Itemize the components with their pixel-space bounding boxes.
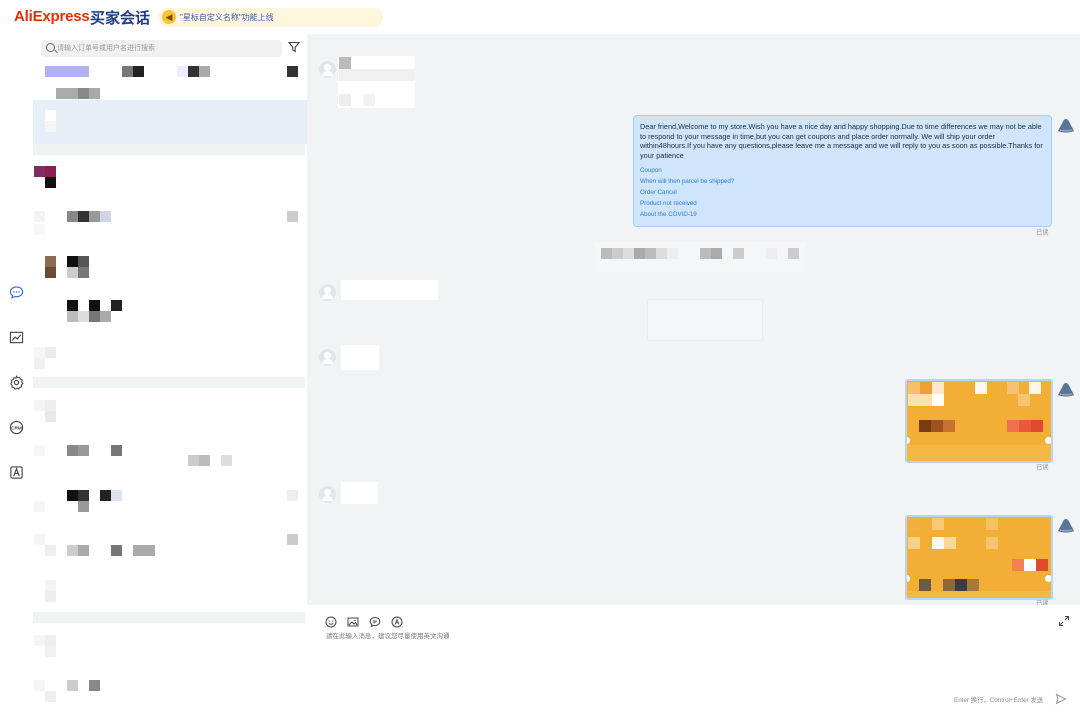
- quick-links-list: Coupon When will then parcel be shipped?…: [640, 166, 1045, 221]
- svg-text:CRM: CRM: [11, 425, 22, 430]
- top-header: AliExpress 买家会话 ◀ "星标自定义名称"功能上线: [0, 0, 1080, 34]
- chat-icon[interactable]: [7, 283, 25, 301]
- buyer-message-bubble: [338, 56, 415, 108]
- aliexpress-logo: AliExpress: [14, 8, 90, 25]
- list-divider: [33, 377, 305, 388]
- filter-icon[interactable]: [287, 40, 301, 54]
- translate-icon[interactable]: [7, 463, 25, 481]
- buyer-message-bubble: [341, 280, 438, 300]
- read-status: 已读: [1036, 229, 1049, 236]
- conversation-item[interactable]: [33, 204, 307, 249]
- announcement-banner[interactable]: ◀ "星标自定义名称"功能上线: [158, 8, 383, 27]
- buyer-avatar: [319, 349, 336, 366]
- image-upload-icon[interactable]: [347, 615, 359, 627]
- translate-tool-icon[interactable]: [391, 615, 403, 628]
- seller-avatar-icon: [1058, 119, 1074, 133]
- buyer-avatar: [319, 61, 336, 78]
- conversation-item[interactable]: [33, 439, 307, 484]
- speaker-icon: ◀: [162, 10, 176, 24]
- welcome-message-text: Dear friend,Welcome to my store.Wish you…: [640, 122, 1043, 160]
- welcome-message-bubble: Dear friend,Welcome to my store.Wish you…: [633, 115, 1052, 227]
- buyer-avatar: [319, 284, 336, 301]
- quick-reply-icon[interactable]: [369, 615, 381, 628]
- system-notice: [594, 242, 806, 272]
- read-status: 已读: [1036, 464, 1049, 471]
- list-divider: [33, 144, 305, 155]
- message-composer: Enter 换行，Control+Enter 发送: [315, 605, 1080, 720]
- conversation-item[interactable]: [33, 160, 307, 205]
- conversation-item[interactable]: [33, 484, 307, 529]
- crm-icon[interactable]: CRM: [7, 418, 25, 436]
- expand-icon[interactable]: [1058, 615, 1070, 627]
- page-title: 买家会话: [90, 10, 151, 27]
- list-divider: [33, 612, 305, 623]
- search-icon: [46, 43, 55, 52]
- send-icon[interactable]: [1055, 693, 1067, 705]
- conversation-item[interactable]: [33, 674, 307, 719]
- announcement-text: "星标自定义名称"功能上线: [180, 13, 274, 22]
- settings-icon[interactable]: [7, 373, 25, 391]
- read-status: 已读: [1036, 600, 1049, 605]
- emoji-icon[interactable]: [325, 615, 337, 628]
- keyboard-hint: Enter 换行，Control+Enter 发送: [954, 697, 1044, 704]
- quick-link-shipping[interactable]: When will then parcel be shipped?: [640, 177, 1045, 188]
- seller-avatar-icon: [1058, 383, 1074, 397]
- buyer-message-bubble: [341, 482, 378, 504]
- search-input[interactable]: [57, 40, 277, 57]
- search-box[interactable]: [41, 40, 282, 57]
- buyer-avatar: [319, 486, 336, 503]
- conversation-item[interactable]: [33, 629, 307, 674]
- quick-link-not-received[interactable]: Product not received: [640, 199, 1045, 210]
- image-message[interactable]: [905, 379, 1053, 463]
- analytics-icon[interactable]: [7, 328, 25, 346]
- image-message[interactable]: [905, 515, 1053, 600]
- buyer-message-bubble: [341, 345, 379, 370]
- product-card[interactable]: [647, 299, 763, 341]
- conversation-item-active[interactable]: [33, 100, 307, 144]
- left-nav-rail: CRM: [0, 34, 33, 720]
- seller-avatar-icon: [1058, 519, 1074, 533]
- conversation-item[interactable]: [33, 394, 307, 439]
- conversation-item[interactable]: [33, 249, 307, 294]
- chat-message-area: Dear friend,Welcome to my store.Wish you…: [307, 34, 1080, 605]
- quick-link-coupon[interactable]: Coupon: [640, 166, 1045, 177]
- conversation-item[interactable]: [33, 529, 307, 574]
- conversation-list-panel: [33, 34, 307, 720]
- message-input[interactable]: [326, 630, 1046, 690]
- conversation-item[interactable]: [33, 294, 307, 339]
- quick-link-covid[interactable]: About the COVID-19: [640, 210, 1045, 221]
- quick-link-order-cancel[interactable]: Order Cancel: [640, 188, 1045, 199]
